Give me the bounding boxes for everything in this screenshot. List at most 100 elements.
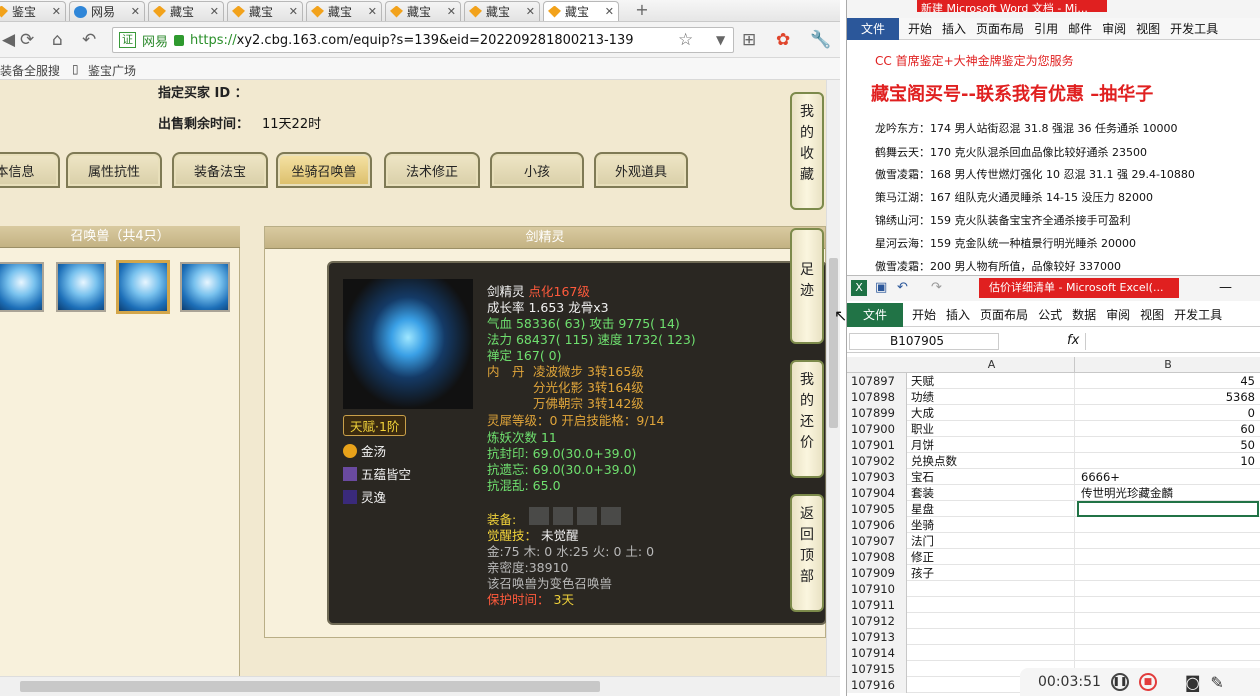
cell-b[interactable] xyxy=(1077,501,1259,517)
menu-item[interactable]: 审阅 xyxy=(1106,306,1130,323)
name-box[interactable]: B107905 xyxy=(849,333,999,350)
cell-a[interactable] xyxy=(909,645,1075,661)
cell-b[interactable] xyxy=(1077,549,1259,565)
pet-thumb[interactable] xyxy=(180,262,230,312)
cell-b[interactable]: 5368 xyxy=(1077,389,1259,405)
dropdown-icon[interactable]: ▼ xyxy=(716,30,725,50)
row-number[interactable]: 107902 xyxy=(847,453,907,469)
menu-item[interactable]: 开发工具 xyxy=(1174,306,1222,323)
row-number[interactable]: 107912 xyxy=(847,613,907,629)
row-number[interactable]: 107916 xyxy=(847,677,907,693)
camera-icon[interactable]: ◙ xyxy=(1185,673,1201,692)
row-number[interactable]: 107898 xyxy=(847,389,907,405)
detail-tab[interactable]: 外观道具 xyxy=(594,152,688,188)
pause-icon[interactable]: ❚❚ xyxy=(1110,673,1129,691)
cell-a[interactable]: 兑换点数 xyxy=(909,453,1075,469)
horizontal-scrollbar[interactable] xyxy=(0,676,840,696)
column-a-header[interactable]: A xyxy=(909,357,1075,373)
new-tab-button[interactable]: + xyxy=(628,1,656,21)
save-icon[interactable]: ▣ xyxy=(875,280,887,295)
word-document[interactable]: CC 首席鉴定+大神金牌鉴定为您服务 藏宝阁买号--联系我有优惠 –抽华子 龙吟… xyxy=(847,40,1260,275)
row-number[interactable]: 107915 xyxy=(847,661,907,677)
row-number[interactable]: 107905 xyxy=(847,501,907,517)
undo-icon[interactable]: ↶ xyxy=(897,280,908,295)
cell-b[interactable] xyxy=(1077,565,1259,581)
menu-item[interactable]: 插入 xyxy=(942,20,966,37)
menu-item[interactable]: 页面布局 xyxy=(980,306,1028,323)
row-number[interactable]: 107907 xyxy=(847,533,907,549)
row-number[interactable]: 107914 xyxy=(847,645,907,661)
undo-icon[interactable]: ↶ xyxy=(82,30,96,50)
detail-tab[interactable]: 本信息 xyxy=(0,152,60,188)
cell-a[interactable] xyxy=(909,581,1075,597)
row-number[interactable]: 107906 xyxy=(847,517,907,533)
browser-tab[interactable]: 藏宝 ✕ xyxy=(306,1,382,21)
bookmark-item[interactable]: 装备全服搜 xyxy=(0,62,60,79)
row-number[interactable]: 107911 xyxy=(847,597,907,613)
extension-icon[interactable]: ✿ xyxy=(776,30,790,50)
row-number[interactable]: 107901 xyxy=(847,437,907,453)
bookmark-item[interactable]: 鉴宝广场 xyxy=(88,62,136,79)
footprint-button[interactable]: 足迹 xyxy=(790,228,824,344)
browser-tab[interactable]: 鉴宝 ✕ xyxy=(0,1,66,21)
vertical-scrollbar[interactable] xyxy=(826,80,840,676)
detail-tab[interactable]: 法术修正 xyxy=(384,152,480,188)
menu-item[interactable]: 插入 xyxy=(946,306,970,323)
row-number[interactable]: 107899 xyxy=(847,405,907,421)
row-number[interactable]: 107900 xyxy=(847,421,907,437)
close-icon[interactable]: ✕ xyxy=(289,5,298,18)
cell-a[interactable]: 坐骑 xyxy=(909,517,1075,533)
cell-a[interactable]: 套装 xyxy=(909,485,1075,501)
cell-b[interactable] xyxy=(1077,581,1259,597)
word-file-tab[interactable]: 文件 xyxy=(847,17,900,40)
browser-tab[interactable]: 藏宝 ✕ xyxy=(227,1,303,21)
close-icon[interactable]: ✕ xyxy=(605,5,614,18)
cell-b[interactable]: 45 xyxy=(1077,373,1259,389)
cell-b[interactable]: 10 xyxy=(1077,453,1259,469)
redo-icon[interactable]: ↷ xyxy=(931,280,942,295)
row-number[interactable]: 107908 xyxy=(847,549,907,565)
pet-thumb-selected[interactable] xyxy=(116,260,170,314)
cell-a[interactable]: 修正 xyxy=(909,549,1075,565)
menu-item[interactable]: 审阅 xyxy=(1102,20,1126,37)
cell-a[interactable]: 法门 xyxy=(909,533,1075,549)
fx-icon[interactable]: fx xyxy=(1067,333,1079,348)
row-number[interactable]: 107913 xyxy=(847,629,907,645)
browser-tab[interactable]: 藏宝 ✕ xyxy=(464,1,540,21)
reload-icon[interactable]: ⟳ xyxy=(20,30,34,50)
skill-row[interactable]: 金汤 xyxy=(343,441,386,460)
close-icon[interactable]: ✕ xyxy=(52,5,61,18)
cell-a[interactable]: 月饼 xyxy=(909,437,1075,453)
detail-tab[interactable]: 坐骑召唤兽 xyxy=(276,152,372,188)
my-counteroffer-button[interactable]: 我的还价 xyxy=(790,360,824,478)
cell-a[interactable]: 星盘 xyxy=(909,501,1075,517)
row-number[interactable]: 107909 xyxy=(847,565,907,581)
detail-tab[interactable]: 属性抗性 xyxy=(66,152,162,188)
cell-b[interactable] xyxy=(1077,533,1259,549)
detail-tab[interactable]: 装备法宝 xyxy=(172,152,268,188)
cell-a[interactable] xyxy=(909,629,1075,645)
home-icon[interactable]: ⌂ xyxy=(52,30,63,50)
cell-a[interactable]: 职业 xyxy=(909,421,1075,437)
menu-item[interactable]: 页面布局 xyxy=(976,20,1024,37)
cell-b[interactable] xyxy=(1077,613,1259,629)
row-number[interactable]: 107904 xyxy=(847,485,907,501)
menu-item[interactable]: 开始 xyxy=(908,20,932,37)
browser-tab[interactable]: 藏宝 ✕ xyxy=(543,1,619,21)
menu-item[interactable]: 开始 xyxy=(912,306,936,323)
pet-thumb[interactable] xyxy=(0,262,44,312)
menu-item[interactable]: 视图 xyxy=(1136,20,1160,37)
menu-item[interactable]: 邮件 xyxy=(1068,20,1092,37)
cell-b[interactable]: 0 xyxy=(1077,405,1259,421)
close-icon[interactable]: ✕ xyxy=(447,5,456,18)
menu-item[interactable]: 公式 xyxy=(1038,306,1062,323)
cell-b[interactable] xyxy=(1077,629,1259,645)
browser-tab[interactable]: 藏宝 ✕ xyxy=(148,1,224,21)
cell-b[interactable] xyxy=(1077,597,1259,613)
row-number[interactable]: 107910 xyxy=(847,581,907,597)
menu-item[interactable]: 视图 xyxy=(1140,306,1164,323)
close-icon[interactable]: ✕ xyxy=(368,5,377,18)
star-icon[interactable]: ☆ xyxy=(678,30,693,50)
cell-b[interactable]: 传世明光珍藏金麟 xyxy=(1077,485,1259,501)
stop-icon[interactable]: ■ xyxy=(1138,673,1157,691)
